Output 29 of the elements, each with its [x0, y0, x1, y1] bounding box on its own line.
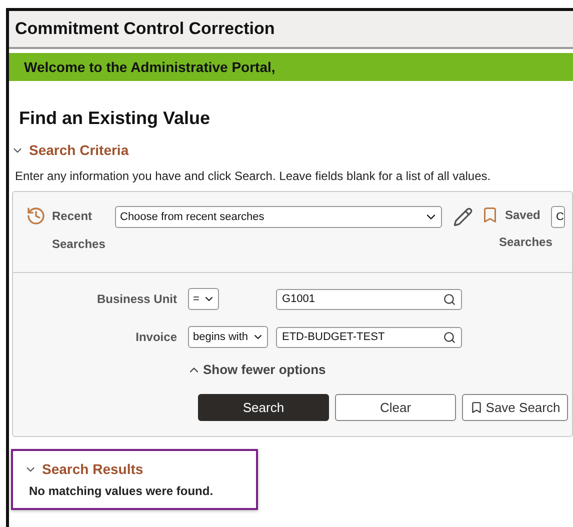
operator-dropdown[interactable]: begins with — [188, 326, 268, 348]
field-label: Invoice — [136, 330, 177, 344]
recent-label: Searches — [52, 237, 106, 251]
field-label: Business Unit — [96, 292, 177, 306]
search-icon[interactable] — [443, 330, 456, 344]
page-title: Find an Existing Value — [19, 108, 212, 129]
history-icon[interactable] — [26, 206, 46, 226]
save-search-button[interactable]: Save Search — [462, 394, 568, 421]
bookmark-icon — [470, 401, 483, 414]
operator-dropdown[interactable]: = — [188, 288, 219, 310]
saved-label: Searches — [499, 235, 551, 249]
saved-searches-dropdown[interactable]: C — [551, 206, 565, 228]
input-field[interactable]: ETD-BUDGET-TEST — [276, 326, 462, 348]
saved-label: Saved — [505, 208, 540, 222]
recent-searches-dropdown[interactable]: Choose from recent searches — [115, 206, 442, 228]
search-icon[interactable] — [443, 292, 456, 306]
window-title: Commitment Control Correction — [9, 11, 573, 49]
input-field[interactable]: G1001 — [276, 288, 462, 310]
no-results-message: No matching values were found. — [29, 484, 214, 498]
pencil-icon[interactable] — [453, 207, 473, 227]
instructions-text: Enter any information you have and click Search. Leave fields blank for a list of all values. — [15, 169, 492, 183]
section-title[interactable]: Search Criteria — [29, 142, 129, 158]
recent-label: Recent — [52, 209, 92, 223]
bookmark-icon[interactable] — [481, 206, 499, 224]
section-title[interactable]: Search Results — [42, 461, 144, 477]
show-fewer-options-link[interactable]: Show fewer options — [187, 362, 326, 377]
clear-button[interactable]: Clear — [335, 394, 456, 421]
search-button[interactable]: Search — [198, 394, 329, 421]
welcome-banner: Welcome to the Administrative Portal, — [9, 53, 573, 81]
